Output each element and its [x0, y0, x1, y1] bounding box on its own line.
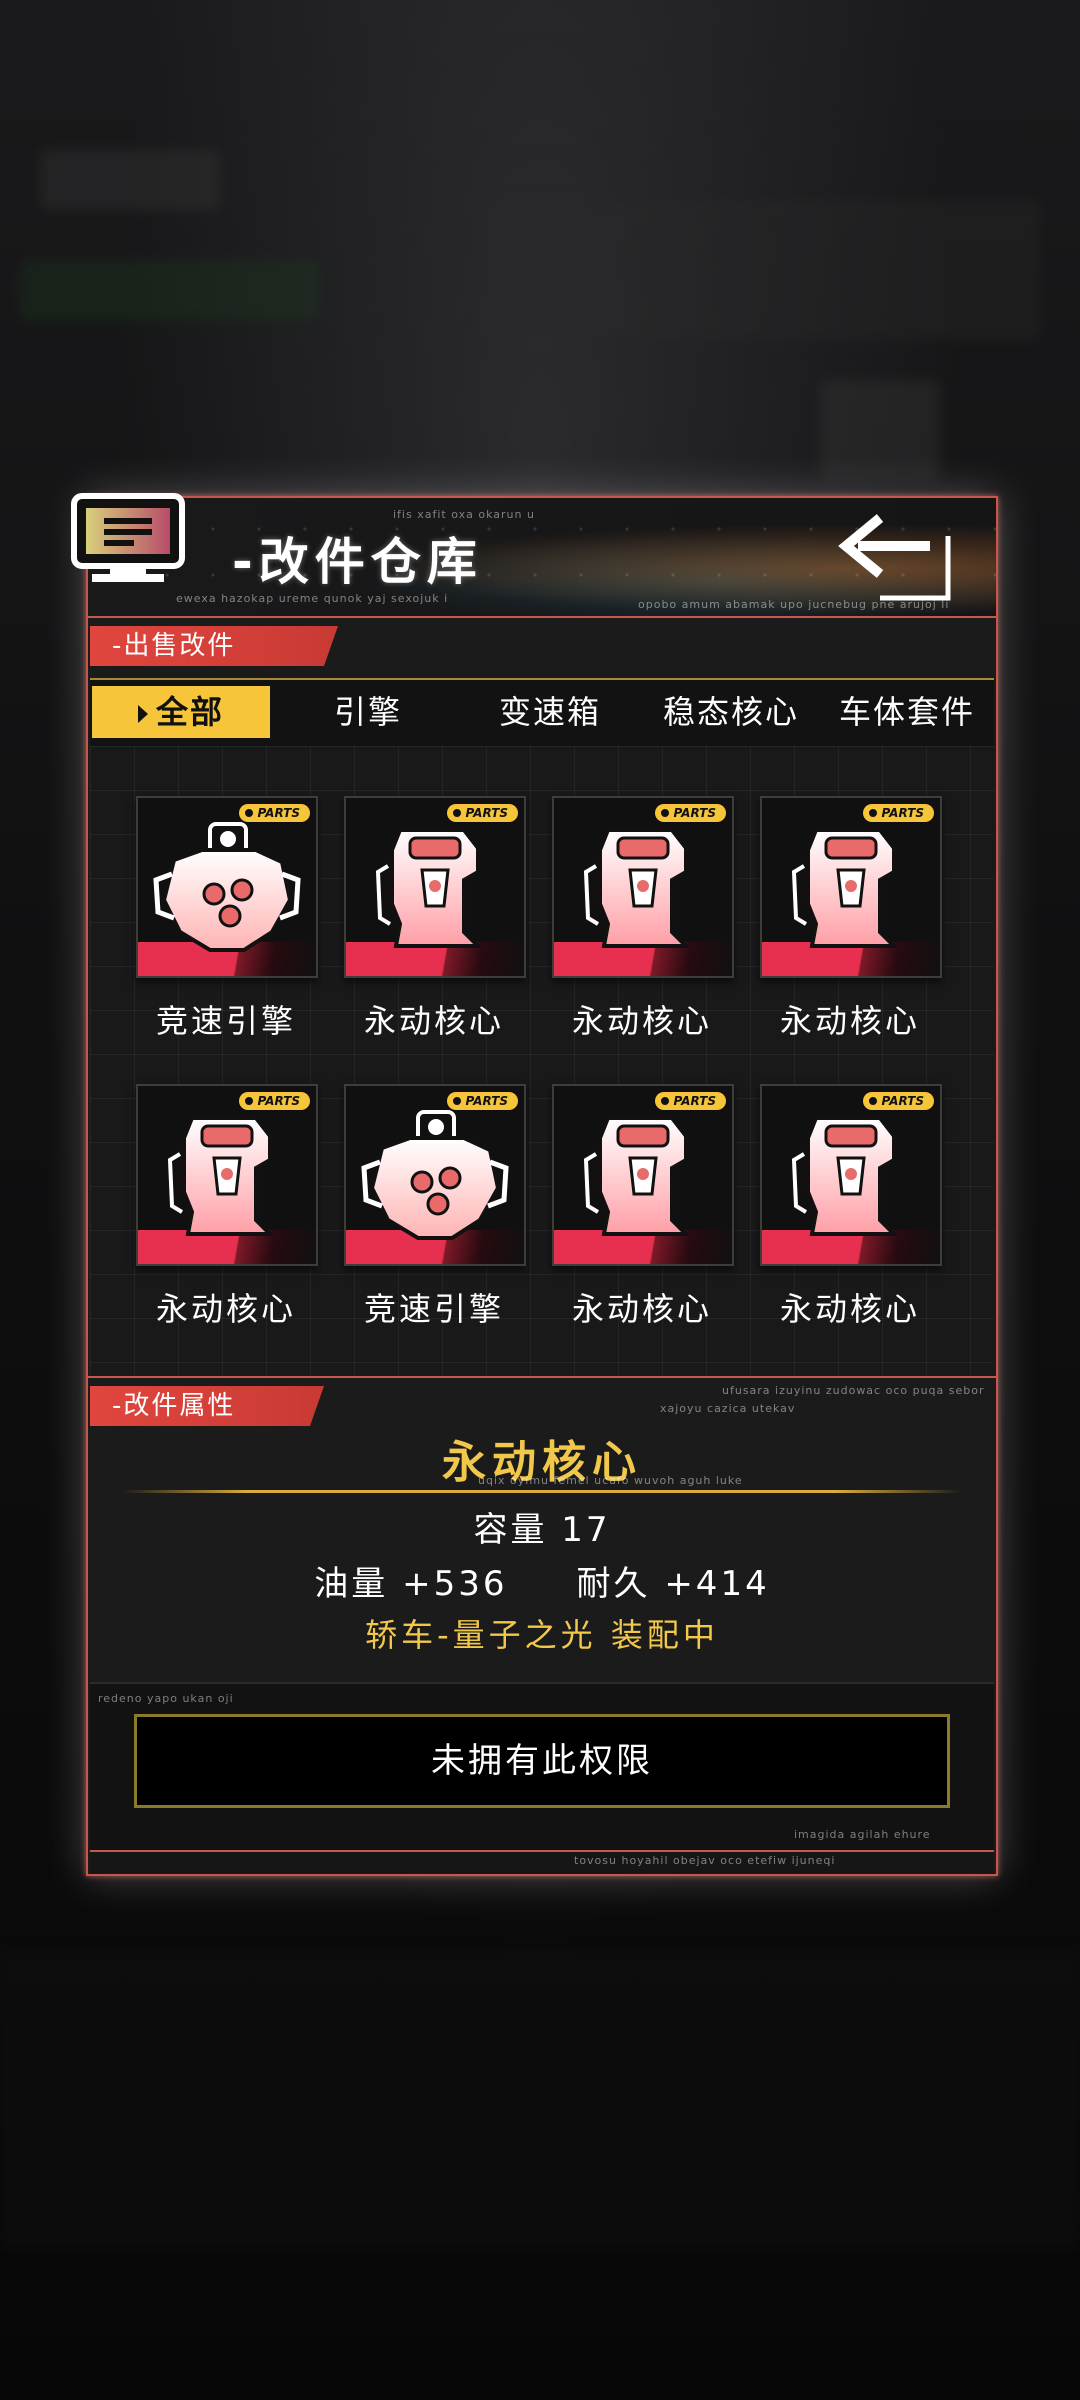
- part-name: 竞速引擎: [363, 1290, 504, 1328]
- parts-badge: PARTS: [447, 804, 518, 822]
- capacity-stat: 容量 17: [473, 1510, 611, 1550]
- parts-badge: PARTS: [863, 1092, 934, 1110]
- part-tile: PARTS: [760, 796, 942, 978]
- tab-stable-core[interactable]: 稳态核心: [644, 686, 818, 738]
- parts-warehouse-panel: ifis xafit oxa okarun u ewexa hazokap ur…: [71, 493, 998, 1876]
- bottom-micro-text: redeno yapo ukan oji: [98, 1692, 234, 1705]
- part-name: 永动核心: [571, 1002, 712, 1040]
- bg-blur-shape: [40, 150, 220, 210]
- tab-all[interactable]: 全部: [92, 686, 270, 738]
- part-tile: PARTS: [136, 1084, 318, 1266]
- tab-gearbox[interactable]: 变速箱: [470, 686, 630, 738]
- part-name: 永动核心: [779, 1290, 920, 1328]
- tab-engine[interactable]: 引擎: [298, 686, 438, 738]
- parts-grid: PARTS 竞速引擎 PARTS 永动核心 PARTS 永动核心 PARTS 永…: [90, 746, 994, 1376]
- bottom-micro-text: imagida agilah ehure: [794, 1828, 931, 1841]
- tab-label: 全部: [155, 693, 224, 731]
- section-divider: [88, 1376, 996, 1378]
- tab-body-kit[interactable]: 车体套件: [820, 686, 994, 738]
- racing-engine-icon: [153, 822, 301, 952]
- part-tile: PARTS: [552, 1084, 734, 1266]
- equipped-status: 轿车-量子之光 装配中: [365, 1616, 719, 1654]
- parts-badge: PARTS: [655, 1092, 726, 1110]
- footer-micro-text: tovosu hoyahil obejav oco etefiw ijuneqi: [574, 1854, 836, 1867]
- parts-badge: PARTS: [239, 1092, 310, 1110]
- part-tile: PARTS: [136, 796, 318, 978]
- back-arrow-icon[interactable]: [830, 506, 970, 606]
- part-attributes-section-label: -改件属性: [90, 1386, 324, 1426]
- perpetual-core-icon: [167, 1116, 275, 1236]
- perpetual-core-icon: [375, 828, 483, 948]
- part-name: 永动核心: [571, 1290, 712, 1328]
- parts-badge: PARTS: [655, 804, 726, 822]
- racing-engine-icon: [361, 1110, 509, 1240]
- attr-micro-text: uqix oyimu femel ucafo wuvoh aguh luke: [478, 1474, 743, 1487]
- part-name: 永动核心: [155, 1290, 296, 1328]
- perpetual-core-icon: [791, 828, 899, 948]
- gold-divider: [122, 1490, 962, 1493]
- monitor-icon: [71, 493, 185, 582]
- part-name: 永动核心: [779, 1002, 920, 1040]
- selected-indicator-icon: [137, 705, 148, 723]
- bg-blur-shape: [820, 380, 940, 480]
- part-tile: PARTS: [344, 1084, 526, 1266]
- page-title: -改件仓库: [232, 533, 483, 591]
- sell-parts-section-label: -出售改件: [90, 626, 338, 666]
- part-name: 竞速引擎: [155, 1002, 296, 1040]
- perpetual-core-icon: [791, 1116, 899, 1236]
- header-micro-text: ifis xafit oxa okarun u: [393, 508, 535, 521]
- action-area: redeno yapo ukan oji 未拥有此权限 imagida agil…: [90, 1682, 994, 1852]
- part-tile: PARTS: [552, 796, 734, 978]
- attr-micro-text: xajoyu cazica utekav: [660, 1402, 796, 1415]
- parts-badge: PARTS: [863, 804, 934, 822]
- attr-micro-text: ufusara izuyinu zudowac oco puqa sebor: [722, 1384, 985, 1397]
- part-tile: PARTS: [760, 1084, 942, 1266]
- parts-badge: PARTS: [447, 1092, 518, 1110]
- part-name: 永动核心: [363, 1002, 504, 1040]
- panel-footer-strip: tovosu hoyahil obejav oco etefiw ijuneqi: [90, 1850, 994, 1874]
- bg-blur-shape: [0, 1950, 1080, 2250]
- no-permission-button[interactable]: 未拥有此权限: [134, 1714, 950, 1808]
- bg-blur-shape: [20, 260, 320, 320]
- fuel-durability-stat: 油量 +536 耐久 +414: [314, 1564, 770, 1604]
- bg-blur-shape: [480, 200, 1040, 340]
- category-tab-bar: 全部 引擎 变速箱 稳态核心 车体套件: [90, 678, 994, 748]
- perpetual-core-icon: [583, 828, 691, 948]
- perpetual-core-icon: [583, 1116, 691, 1236]
- part-tile: PARTS: [344, 796, 526, 978]
- parts-badge: PARTS: [239, 804, 310, 822]
